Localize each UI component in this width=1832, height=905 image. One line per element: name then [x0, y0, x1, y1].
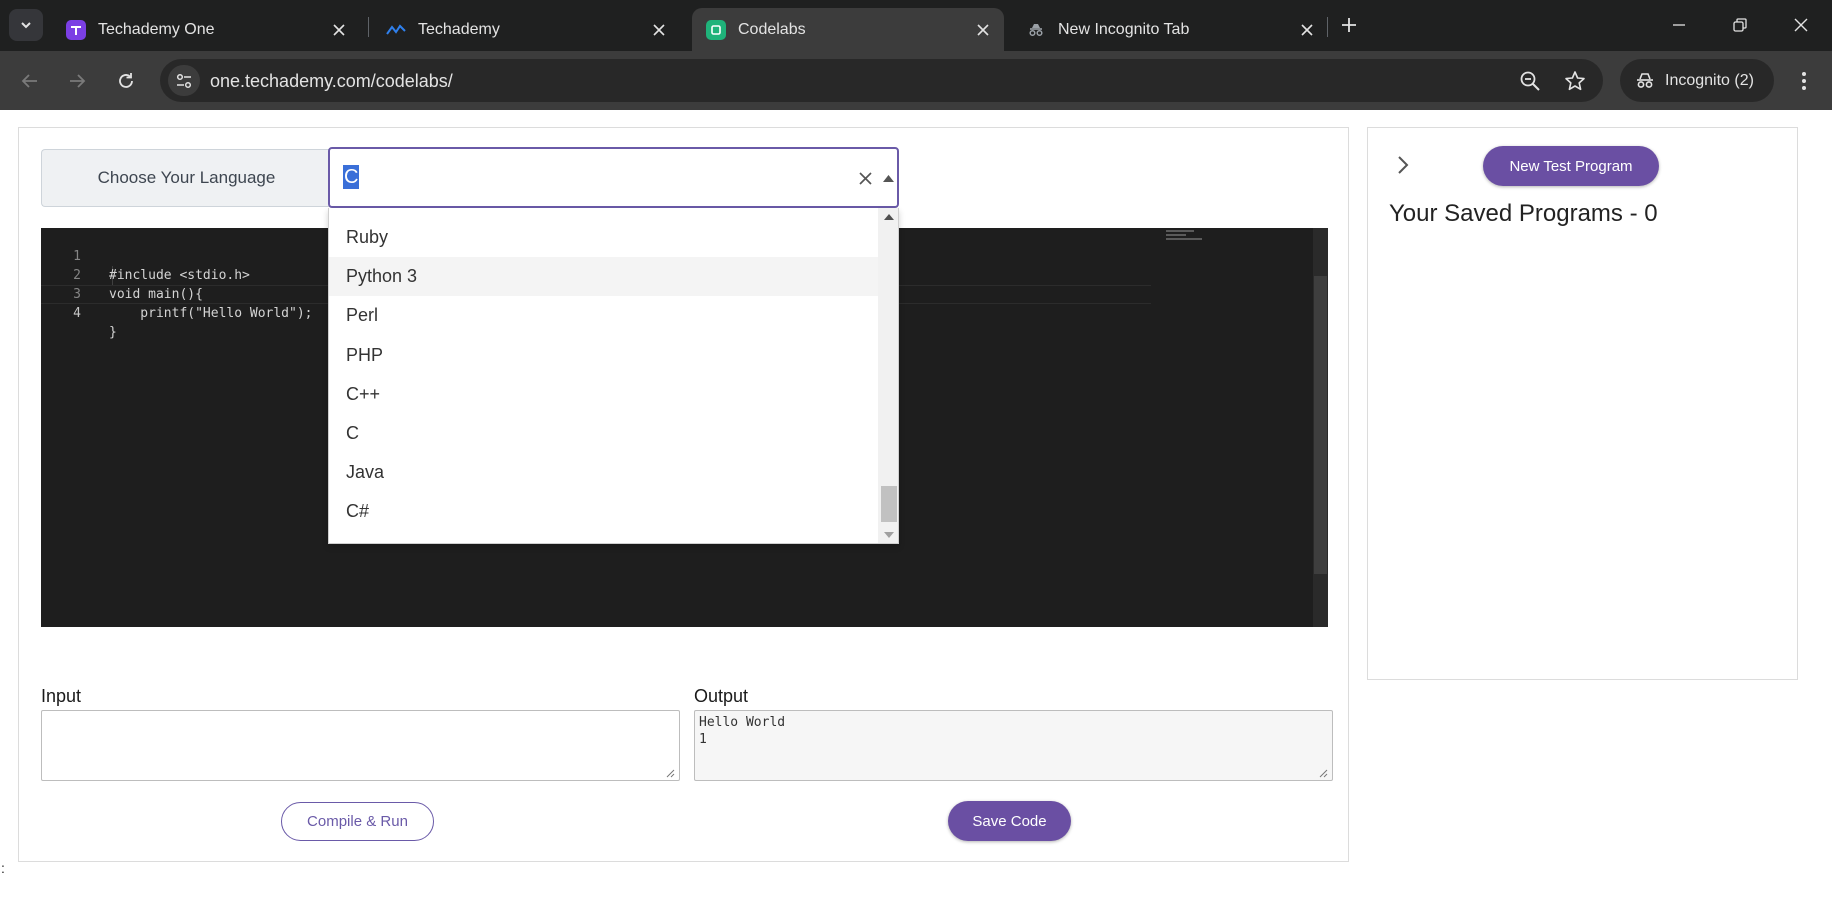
tab-techademy[interactable]: Techademy: [372, 8, 680, 51]
tune-icon: [176, 73, 192, 88]
language-option[interactable]: Ruby: [329, 218, 878, 257]
editor-card: Choose Your Language C 1 #include <stdio…: [18, 127, 1349, 862]
output-label: Output: [694, 686, 749, 706]
chevron-down-icon: [21, 22, 31, 29]
tab-new-incognito[interactable]: New Incognito Tab: [1012, 8, 1328, 51]
close-window-button[interactable]: [1788, 12, 1814, 38]
editor-minimap[interactable]: [1166, 228, 1211, 240]
tab-title: Techademy One: [98, 20, 215, 38]
resize-grip-icon[interactable]: [665, 768, 675, 778]
minimize-button[interactable]: [1666, 12, 1692, 38]
reload-button[interactable]: [109, 64, 143, 98]
more-vert-icon: [1802, 72, 1806, 90]
tab-codelabs[interactable]: Codelabs: [692, 8, 1004, 51]
language-option[interactable]: PHP: [329, 336, 878, 375]
language-options-list: Ruby Python 3 Perl PHP C++ C Java C#: [329, 208, 878, 543]
star-icon: [1565, 71, 1585, 91]
compile-run-button[interactable]: Compile & Run: [281, 802, 434, 841]
language-select-value[interactable]: C: [343, 165, 360, 189]
code-text: printf("Hello World");: [109, 306, 313, 321]
close-tab-icon[interactable]: [328, 19, 350, 41]
dropdown-scrollbar[interactable]: [878, 208, 898, 543]
input-textarea[interactable]: [41, 710, 680, 781]
tab-separator: [1327, 17, 1328, 37]
incognito-label: Incognito (2): [1665, 71, 1754, 89]
close-icon: [1794, 18, 1808, 32]
close-tab-icon[interactable]: [648, 19, 670, 41]
incognito-icon: [1635, 72, 1655, 89]
tab-strip: Techademy One Techademy Codelabs New Inc…: [0, 0, 1832, 51]
scroll-up-arrow-icon[interactable]: [883, 212, 895, 222]
editor-scrollbar-thumb[interactable]: [1314, 276, 1327, 574]
language-option[interactable]: Java: [329, 453, 878, 492]
zoom-button[interactable]: [1518, 69, 1542, 93]
browser-toolbar: one.techademy.com/codelabs/ Incognito (2…: [0, 51, 1832, 110]
back-button[interactable]: [13, 64, 47, 98]
minimize-icon: [1673, 24, 1685, 26]
language-label: Choose Your Language: [41, 149, 331, 207]
arrow-left-icon: [21, 74, 37, 88]
line-number: 4: [73, 306, 81, 321]
caret-up-icon[interactable]: [879, 168, 897, 188]
language-option[interactable]: C++: [329, 375, 878, 414]
tab-techademy-one[interactable]: Techademy One: [52, 8, 360, 51]
language-option[interactable]: Perl: [329, 296, 878, 335]
save-code-button[interactable]: Save Code: [948, 801, 1071, 841]
clear-selection-icon[interactable]: [855, 168, 875, 188]
saved-programs-title: Your Saved Programs - 0: [1389, 200, 1658, 227]
dropdown-scrollbar-thumb[interactable]: [881, 486, 897, 522]
zoom-out-icon: [1520, 71, 1540, 91]
output-textarea[interactable]: Hello World 1: [694, 710, 1333, 781]
techademy-favicon-icon: [386, 20, 406, 40]
browser-menu-button[interactable]: [1790, 64, 1818, 98]
incognito-favicon-icon: [1026, 20, 1046, 40]
codelabs-favicon-icon: [706, 19, 726, 40]
close-tab-icon[interactable]: [1296, 19, 1318, 41]
forward-button[interactable]: [60, 64, 94, 98]
page: Choose Your Language C 1 #include <stdio…: [0, 110, 1832, 905]
site-info-button[interactable]: [168, 65, 200, 96]
language-option[interactable]: C#: [329, 492, 878, 531]
tab-title: Techademy: [418, 20, 500, 38]
new-tab-button[interactable]: [1336, 12, 1362, 38]
plus-icon: [1342, 18, 1356, 32]
editor-scrollbar[interactable]: [1313, 228, 1328, 627]
resize-grip-icon[interactable]: [1318, 768, 1328, 778]
tab-title: Codelabs: [738, 20, 806, 38]
panel-toggle-button[interactable]: [1388, 150, 1418, 180]
restore-icon: [1733, 18, 1747, 32]
arrow-right-icon: [70, 74, 86, 88]
tab-search-button[interactable]: [9, 9, 43, 41]
bookmark-button[interactable]: [1563, 69, 1587, 93]
incognito-indicator[interactable]: Incognito (2): [1620, 59, 1774, 102]
tab-title: New Incognito Tab: [1058, 20, 1190, 38]
input-label: Input: [41, 686, 82, 706]
reload-icon: [119, 73, 133, 88]
language-option[interactable]: C: [329, 414, 878, 453]
language-select[interactable]: C: [328, 147, 899, 208]
techademy-one-favicon-icon: [66, 19, 86, 40]
scroll-down-arrow-icon[interactable]: [883, 530, 895, 540]
address-bar[interactable]: one.techademy.com/codelabs/: [160, 59, 1603, 102]
chevron-right-icon: [1398, 156, 1409, 174]
saved-programs-panel: New Test Program Your Saved Programs - 0: [1367, 127, 1798, 680]
code-text: }: [109, 325, 117, 340]
restore-button[interactable]: [1727, 12, 1753, 38]
new-test-program-button[interactable]: New Test Program: [1483, 146, 1659, 186]
url-text: one.techademy.com/codelabs/: [210, 71, 453, 91]
stray-text: :: [1, 860, 5, 876]
tab-separator: [368, 17, 369, 37]
language-dropdown: Ruby Python 3 Perl PHP C++ C Java C#: [328, 208, 899, 544]
language-option-highlighted[interactable]: Python 3: [329, 257, 878, 296]
close-tab-icon[interactable]: [972, 19, 994, 41]
